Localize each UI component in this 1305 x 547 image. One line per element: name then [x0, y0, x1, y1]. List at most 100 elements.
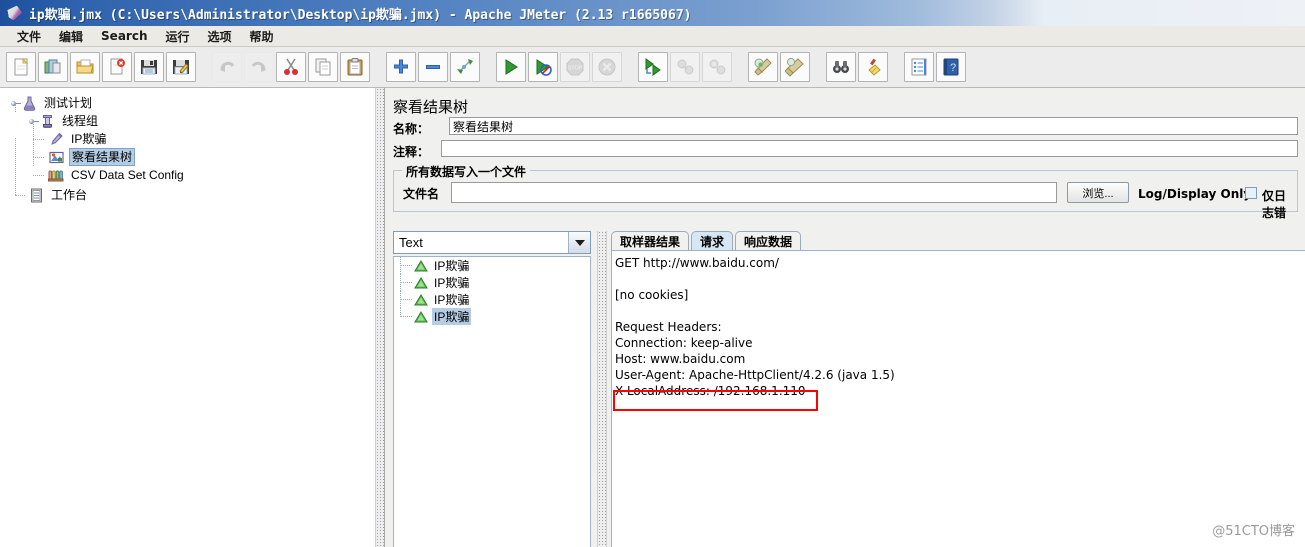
log-display-only-label: Log/Display Only: — [1138, 187, 1256, 201]
menu-search[interactable]: Search — [92, 28, 156, 44]
success-green-triangle-icon — [412, 257, 429, 274]
help-button[interactable]: ? — [936, 52, 966, 82]
test-plan-flask-icon — [21, 95, 38, 112]
tree-label: 察看结果树 — [69, 148, 136, 166]
success-green-triangle-icon — [412, 291, 429, 308]
tab-response-data[interactable]: 响应数据 — [735, 231, 802, 251]
reset-search-button[interactable] — [858, 52, 888, 82]
name-input[interactable]: 察看结果树 — [449, 117, 1298, 135]
view-results-tree-panel: 察看结果树 名称： 察看结果树 注释： 所有数据写入一个文件 文件名 浏览...… — [384, 88, 1305, 547]
redo-button[interactable] — [244, 52, 274, 82]
open-button[interactable] — [70, 52, 100, 82]
tab-label: 取样器结果 — [620, 235, 681, 249]
menu-run[interactable]: 运行 — [156, 27, 198, 46]
sampler-pipette-icon — [48, 131, 65, 148]
list-item[interactable]: IP欺骗 — [394, 257, 590, 274]
filename-input[interactable] — [451, 182, 1057, 203]
templates-button[interactable] — [38, 52, 68, 82]
window-title: ip欺骗.jmx (C:\Users\Administrator\Desktop… — [29, 7, 692, 23]
tree-node-csv-data-set-config[interactable]: CSV Data Set Config — [6, 157, 375, 184]
tab-sampler-result[interactable]: 取样器结果 — [611, 231, 690, 251]
close-button[interactable] — [102, 52, 132, 82]
name-label: 名称： — [393, 122, 430, 136]
new-button[interactable] — [6, 52, 36, 82]
errors-only-label: 仅日志错 — [1262, 189, 1287, 220]
filename-label: 文件名 — [403, 187, 440, 201]
remote-stop-all-button[interactable] — [670, 52, 700, 82]
page-title: 察看结果树 — [393, 98, 469, 116]
errors-only-checkbox[interactable] — [1245, 187, 1257, 199]
result-tabs: 取样器结果 请求 响应数据 — [611, 231, 803, 251]
collapse-all-button[interactable] — [418, 52, 448, 82]
renderer-selected-value: Text — [399, 235, 423, 250]
cut-button[interactable] — [276, 52, 306, 82]
tree-label: 工作台 — [51, 188, 88, 202]
groupbox-title: 所有数据写入一个文件 — [402, 163, 531, 180]
menu-help[interactable]: 帮助 — [241, 27, 283, 46]
write-all-data-groupbox: 所有数据写入一个文件 文件名 浏览... Log/Display Only: 仅… — [393, 163, 1298, 220]
list-item[interactable]: IP欺骗 — [394, 291, 590, 308]
comment-label: 注释： — [393, 145, 430, 159]
thread-group-spool-icon — [39, 113, 56, 130]
menu-file[interactable]: 文件 — [8, 27, 50, 46]
search-button[interactable] — [826, 52, 856, 82]
shutdown-button[interactable] — [592, 52, 622, 82]
save-as-button[interactable] — [166, 52, 196, 82]
copy-button[interactable] — [308, 52, 338, 82]
test-plan-tree-pane[interactable]: 测试计划 线程组 IP欺骗 察看结果树 CSV Data Set Config … — [0, 88, 375, 547]
start-no-pauses-button[interactable] — [528, 52, 558, 82]
remote-shutdown-all-button[interactable] — [702, 52, 732, 82]
list-item-label: IP欺骗 — [432, 308, 472, 325]
tree-node-workbench[interactable]: 工作台 — [6, 138, 375, 204]
tree-label: 线程组 — [62, 114, 99, 128]
tree-node-thread-group[interactable]: 线程组 — [6, 103, 375, 130]
toggle-button[interactable] — [450, 52, 480, 82]
list-item[interactable]: IP欺骗 — [394, 308, 590, 325]
tree-label: 测试计划 — [44, 96, 93, 110]
list-item-label: IP欺骗 — [434, 259, 470, 273]
results-splitter[interactable] — [597, 231, 607, 547]
clear-button[interactable] — [748, 52, 778, 82]
undo-button[interactable] — [212, 52, 242, 82]
tree-node-view-results-tree[interactable]: 察看结果树 — [6, 139, 375, 166]
menu-bar: 文件 编辑 Search 运行 选项 帮助 — [0, 26, 1305, 47]
toolbar: STOP ? — [0, 47, 1305, 88]
start-button[interactable] — [496, 52, 526, 82]
browse-button-label: 浏览... — [1082, 187, 1114, 200]
csv-data-set-icon — [48, 167, 65, 184]
jmeter-feather-icon — [6, 4, 24, 22]
tab-label: 请求 — [700, 235, 725, 249]
save-button[interactable] — [134, 52, 164, 82]
menu-edit[interactable]: 编辑 — [50, 27, 92, 46]
menu-options[interactable]: 选项 — [199, 27, 241, 46]
tab-label: 响应数据 — [744, 235, 793, 249]
name-input-value: 察看结果树 — [453, 119, 514, 134]
remote-start-all-button[interactable] — [638, 52, 668, 82]
request-tab-panel[interactable]: GET http://www.baidu.com/ [no cookies] R… — [611, 250, 1305, 547]
tree-label: IP欺骗 — [71, 132, 107, 146]
results-tree-list[interactable]: IP欺骗 IP欺骗 IP欺骗 IP欺骗 — [393, 256, 591, 547]
stop-button[interactable]: STOP — [560, 52, 590, 82]
list-item[interactable]: IP欺骗 — [394, 274, 590, 291]
view-results-tree-icon — [48, 149, 65, 166]
success-green-triangle-icon — [412, 274, 429, 291]
tree-label: CSV Data Set Config — [71, 168, 184, 182]
tab-request[interactable]: 请求 — [691, 231, 734, 251]
success-green-triangle-icon — [412, 308, 429, 325]
workbench-clipboard-icon — [28, 187, 45, 204]
clear-all-button[interactable] — [780, 52, 810, 82]
browse-button[interactable]: 浏览... — [1067, 182, 1129, 203]
expand-all-button[interactable] — [386, 52, 416, 82]
tree-node-ip-spoof-sampler[interactable]: IP欺骗 — [6, 121, 375, 148]
tree-node-test-plan[interactable]: 测试计划 — [6, 94, 375, 112]
comment-input[interactable] — [441, 140, 1298, 157]
chevron-down-icon[interactable] — [568, 232, 590, 253]
watermark: @51CTO博客 — [1212, 524, 1295, 539]
jmeter-window: ip欺骗.jmx (C:\Users\Administrator\Desktop… — [0, 0, 1305, 547]
list-item-label: IP欺骗 — [434, 276, 470, 290]
request-text: GET http://www.baidu.com/ [no cookies] R… — [615, 256, 895, 398]
renderer-select[interactable]: Text — [393, 231, 591, 254]
title-bar: ip欺骗.jmx (C:\Users\Administrator\Desktop… — [0, 0, 1305, 26]
paste-button[interactable] — [340, 52, 370, 82]
function-helper-button[interactable] — [904, 52, 934, 82]
